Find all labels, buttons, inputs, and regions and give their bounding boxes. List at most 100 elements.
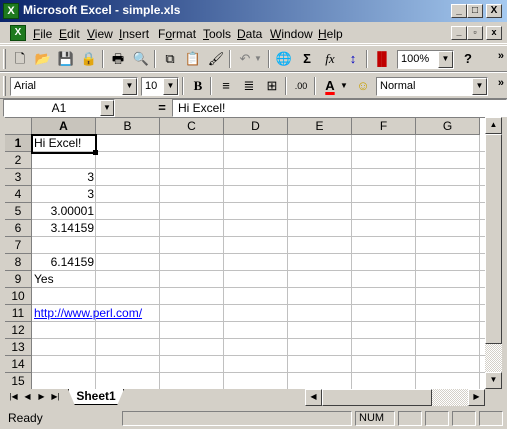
row-header[interactable]: 3 [5,169,32,186]
vertical-scrollbar[interactable]: ▲ ▼ [485,117,502,389]
row-header[interactable]: 4 [5,186,32,203]
row-header[interactable]: 10 [5,288,32,305]
font-size-select[interactable]: 10 ▼ [141,77,179,96]
new-icon[interactable]: 🗋 [10,49,30,69]
toolbar-grip[interactable] [3,49,6,69]
prev-sheet-icon[interactable]: ◀ [21,390,34,404]
cell-a11-hyperlink[interactable]: http://www.perl.com/ [32,305,144,321]
sort-ascending-icon[interactable]: ↕ [343,49,363,69]
print-preview-icon[interactable]: 🔍 [131,49,151,69]
doc-close-button[interactable]: x [486,26,502,40]
font-color-icon[interactable]: A [320,76,340,96]
column-header-e[interactable]: E [288,118,352,135]
insert-function-icon[interactable]: fx [320,49,340,69]
sheet-tab[interactable]: Sheet1 [68,389,124,405]
cell-a4[interactable]: 3 [32,186,96,202]
chevron-down-icon[interactable]: ▼ [100,100,114,116]
merge-center-icon[interactable]: ⊞ [262,76,282,96]
menu-data[interactable]: Data [237,27,262,41]
chevron-down-icon[interactable]: ▼ [163,78,178,95]
scroll-left-icon[interactable]: ◀ [305,389,322,406]
scroll-up-icon[interactable]: ▲ [485,117,502,134]
doc-minimize-button[interactable]: _ [451,26,467,40]
open-icon[interactable]: 📂 [33,49,53,69]
fill-handle[interactable] [93,150,98,155]
formula-input[interactable]: Hi Excel! [172,99,507,117]
row-header[interactable]: 7 [5,237,32,254]
column-header-g[interactable]: G [416,118,480,135]
next-sheet-icon[interactable]: ▶ [35,390,48,404]
increase-decimal-icon[interactable]: .00 [291,76,311,96]
workbook-icon[interactable]: X [10,25,26,41]
last-sheet-icon[interactable]: ▶| [49,390,62,404]
row-header[interactable]: 12 [5,322,32,339]
column-header-a[interactable]: A [32,118,96,135]
toolbar-grip[interactable] [3,76,6,96]
column-header-c[interactable]: C [160,118,224,135]
style-select[interactable]: Normal ▼ [376,77,488,96]
scroll-thumb[interactable] [322,389,432,406]
autosum-icon[interactable]: Σ [297,49,317,69]
column-header-d[interactable]: D [224,118,288,135]
menu-insert[interactable]: Insert [119,27,149,41]
chevron-down-icon[interactable]: ▼ [122,78,137,95]
select-all-button[interactable] [5,118,32,135]
menu-window[interactable]: Window [270,27,313,41]
row-header[interactable]: 11 [5,305,32,322]
toolbar-options-icon[interactable]: » [498,77,504,89]
chart-wizard-icon[interactable]: ▐▌ [372,49,392,69]
font-color-dropdown-icon[interactable]: ▼ [338,76,350,96]
menu-help[interactable]: Help [318,27,343,41]
name-box[interactable]: A1 ▼ [3,99,115,117]
menu-tools[interactable]: Tools [203,27,231,41]
worksheet-grid[interactable]: A B C D E F G 1 2 3 4 5 6 7 8 9 10 11 12… [5,117,485,389]
permission-icon[interactable]: 🔒 [79,49,99,69]
chevron-down-icon[interactable]: ▼ [472,78,487,95]
align-left-icon[interactable]: ≡ [216,76,236,96]
horizontal-scrollbar[interactable]: ◀ ▶ [305,389,485,406]
maximize-button[interactable]: □ [467,4,483,18]
close-button[interactable]: X [486,4,502,18]
row-header[interactable]: 2 [5,152,32,169]
row-header[interactable]: 13 [5,339,32,356]
copy-icon[interactable]: ⧉ [160,49,180,69]
menu-edit[interactable]: Edit [59,27,80,41]
zoom-select[interactable]: 100% ▼ [397,50,454,69]
toolbar-options-icon[interactable]: » [498,50,504,62]
column-header-f[interactable]: F [352,118,416,135]
cell-a9[interactable]: Yes [32,271,96,287]
scroll-thumb[interactable] [485,134,502,344]
bold-button[interactable]: B [188,76,208,96]
cell-a3[interactable]: 3 [32,169,96,185]
doc-restore-button[interactable]: ▫ [467,26,483,40]
scroll-right-icon[interactable]: ▶ [468,389,485,406]
row-header[interactable]: 9 [5,271,32,288]
paste-icon[interactable]: 📋 [183,49,203,69]
cell-a6[interactable]: 3.14159 [32,220,96,236]
menu-view[interactable]: View [87,27,113,41]
menu-file[interactable]: File [33,27,52,41]
smiley-icon[interactable]: ☺ [353,76,373,96]
row-header[interactable]: 14 [5,356,32,373]
align-center-icon[interactable]: ≣ [239,76,259,96]
resize-grip[interactable] [479,411,503,426]
save-icon[interactable]: 💾 [56,49,76,69]
row-header[interactable]: 1 [5,135,32,152]
column-header-b[interactable]: B [96,118,160,135]
help-icon[interactable]: ? [458,49,478,69]
format-painter-icon[interactable]: 🖌 [206,49,226,69]
hyperlink-icon[interactable]: 🌐 [274,49,294,69]
row-header[interactable]: 6 [5,220,32,237]
undo-dropdown-icon[interactable]: ▼ [252,49,264,69]
menu-format[interactable]: Format [158,27,196,41]
cell-a1[interactable]: Hi Excel! [31,134,97,154]
minimize-button[interactable]: _ [451,4,467,18]
edit-formula-button[interactable]: = [152,100,172,116]
font-name-select[interactable]: Arial ▼ [10,77,138,96]
excel-icon[interactable]: X [3,3,19,19]
first-sheet-icon[interactable]: |◀ [7,390,20,404]
row-header[interactable]: 8 [5,254,32,271]
print-icon[interactable]: 🖶 [108,49,128,69]
chevron-down-icon[interactable]: ▼ [438,51,453,68]
row-header[interactable]: 15 [5,373,32,389]
